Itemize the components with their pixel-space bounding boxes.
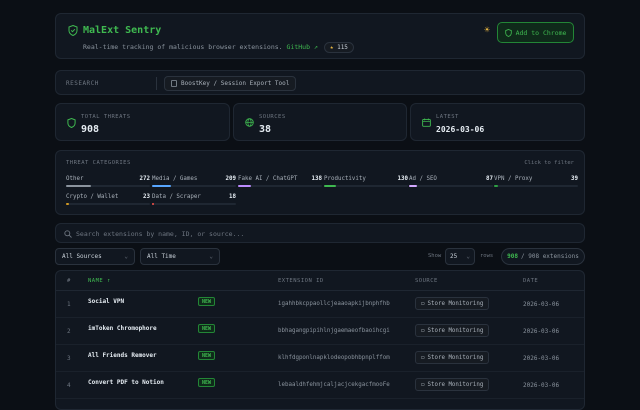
table-row[interactable]: 3 All Friends Remover NEW klhfdgponlnapk… <box>56 345 584 372</box>
chevron-down-icon: ⌄ <box>124 253 128 260</box>
research-bar: RESEARCH BoostKey / Session Export Tool <box>55 70 585 95</box>
table-row[interactable]: 2 imToken Chromophore NEW bbhagangpipihl… <box>56 318 584 345</box>
header-card: MalExt Sentry Real-time tracking of mali… <box>55 13 585 59</box>
shield-icon <box>67 118 76 128</box>
new-badge: NEW <box>198 297 216 306</box>
date-cell: 2026-03-06 <box>523 382 560 389</box>
date-cell: 2026-03-06 <box>523 328 560 335</box>
search-bar <box>55 223 585 243</box>
category-productivity[interactable]: Productivity 130 <box>324 176 408 190</box>
stat-value: 38 <box>259 124 272 135</box>
app-title: MalExt Sentry <box>83 25 162 36</box>
search-input[interactable] <box>76 227 576 240</box>
extension-count-badge: 908/ 908 extensions <box>501 248 585 265</box>
category-data-scraper[interactable]: Data / Scraper 18 <box>152 194 236 208</box>
date-cell: 2026-03-06 <box>523 301 560 308</box>
source-chip: ▭ Store Monitoring <box>415 297 490 310</box>
source-chip: ▭ Store Monitoring <box>415 378 490 391</box>
table-row[interactable]: 4 Convert PDF to Notion NEW lebaaldhfehm… <box>56 372 584 399</box>
new-badge: NEW <box>198 324 216 333</box>
extension-name: All Friends Remover <box>88 352 157 359</box>
rows-label: rows <box>480 253 494 259</box>
github-link[interactable]: GitHub ↗ <box>287 43 318 51</box>
source-chip: ▭ Store Monitoring <box>415 324 490 337</box>
category-fake-ai[interactable]: Fake AI / ChatGPT 138 <box>238 176 322 190</box>
category-ad-seo[interactable]: Ad / SEO 87 <box>409 176 493 190</box>
divider <box>156 77 157 90</box>
time-filter-select[interactable]: All Time ⌄ <box>140 248 220 265</box>
categories-hint: Click to filter <box>524 160 574 166</box>
extension-id: bbhagangpipihlnjgaemaeofbaoihcgi <box>278 328 390 334</box>
category-bar-fill <box>494 185 499 187</box>
column-header-source[interactable]: SOURCE <box>415 278 438 284</box>
category-media-games[interactable]: Media / Games 209 <box>152 176 236 190</box>
chevron-down-icon: ⌄ <box>209 253 213 260</box>
column-header-date[interactable]: DATE <box>523 278 538 284</box>
column-header-extension-id[interactable]: EXTENSION ID <box>278 278 324 284</box>
stat-value: 908 <box>81 124 100 135</box>
research-chip[interactable]: BoostKey / Session Export Tool <box>164 76 297 91</box>
monitor-icon: ▭ <box>421 381 425 388</box>
new-badge: NEW <box>198 351 216 360</box>
extension-name: Social VPN <box>88 298 125 305</box>
stat-label: SOURCES <box>259 114 286 120</box>
show-label: Show <box>428 253 442 259</box>
category-other[interactable]: Other 272 <box>66 176 150 190</box>
app-subtitle: Real-time tracking of malicious browser … <box>83 42 354 53</box>
calendar-icon <box>422 118 431 127</box>
category-bar-fill <box>409 185 418 187</box>
threat-categories-panel: THREAT CATEGORIES Click to filter Other 2… <box>55 150 585 215</box>
category-vpn-proxy[interactable]: VPN / Proxy 39 <box>494 176 578 190</box>
research-label: RESEARCH <box>66 80 99 87</box>
source-chip: ▭ Store Monitoring <box>415 351 490 364</box>
stat-latest: LATEST 2026-03-06 <box>410 103 585 141</box>
categories-label: THREAT CATEGORIES <box>66 160 131 166</box>
extension-id: klhfdgponlnapklodeopobhbpnplffom <box>278 355 390 361</box>
category-bar-fill <box>152 185 172 187</box>
extensions-table: # NAME ↑ EXTENSION ID SOURCE DATE 1 Soci… <box>55 270 585 410</box>
stat-value: 2026-03-06 <box>436 125 485 134</box>
new-badge: NEW <box>198 378 216 387</box>
monitor-icon: ▭ <box>421 327 425 334</box>
column-header-name[interactable]: NAME ↑ <box>88 278 111 284</box>
category-crypto-wallet[interactable]: Crypto / Wallet 23 <box>66 194 150 208</box>
category-bar-fill <box>66 185 92 187</box>
extension-id: lebaaldhfehmjcaljacjcekgacfmooFe <box>278 382 390 388</box>
shield-icon <box>68 25 78 36</box>
category-bar-fill <box>152 203 154 205</box>
extension-name: Convert PDF to Notion <box>88 379 164 386</box>
stat-sources: SOURCES 38 <box>233 103 407 141</box>
github-stars-badge[interactable]: ★ 115 <box>323 42 354 53</box>
table-row[interactable]: 1 Social VPN NEW igahhbkcppaollcjeaaoapk… <box>56 291 584 318</box>
extension-id: igahhbkcppaollcjeaaoapkijbnphfhb <box>278 301 390 307</box>
date-cell: 2026-03-06 <box>523 355 560 362</box>
globe-icon <box>245 118 254 127</box>
shield-icon <box>504 28 512 37</box>
star-icon: ★ <box>329 44 334 51</box>
column-header-num: # <box>67 278 71 284</box>
theme-toggle-sun-icon[interactable]: ☀ <box>480 24 494 38</box>
category-bar-fill <box>238 185 251 187</box>
search-icon <box>64 230 72 238</box>
stat-label: LATEST <box>436 114 459 120</box>
category-bar-fill <box>66 203 69 205</box>
monitor-icon: ▭ <box>421 354 425 361</box>
stat-label: TOTAL THREATS <box>81 114 131 120</box>
extension-name: imToken Chromophore <box>88 325 157 332</box>
rows-per-page-select[interactable]: 25 ⌄ <box>445 248 475 265</box>
add-to-chrome-button[interactable]: Add to Chrome <box>497 22 574 43</box>
chevron-down-icon: ⌄ <box>466 253 470 260</box>
document-icon <box>171 80 177 87</box>
monitor-icon: ▭ <box>421 300 425 307</box>
source-filter-select[interactable]: All Sources ⌄ <box>55 248 135 265</box>
stat-total-threats: TOTAL THREATS 908 <box>55 103 230 141</box>
category-bar-fill <box>324 185 336 187</box>
